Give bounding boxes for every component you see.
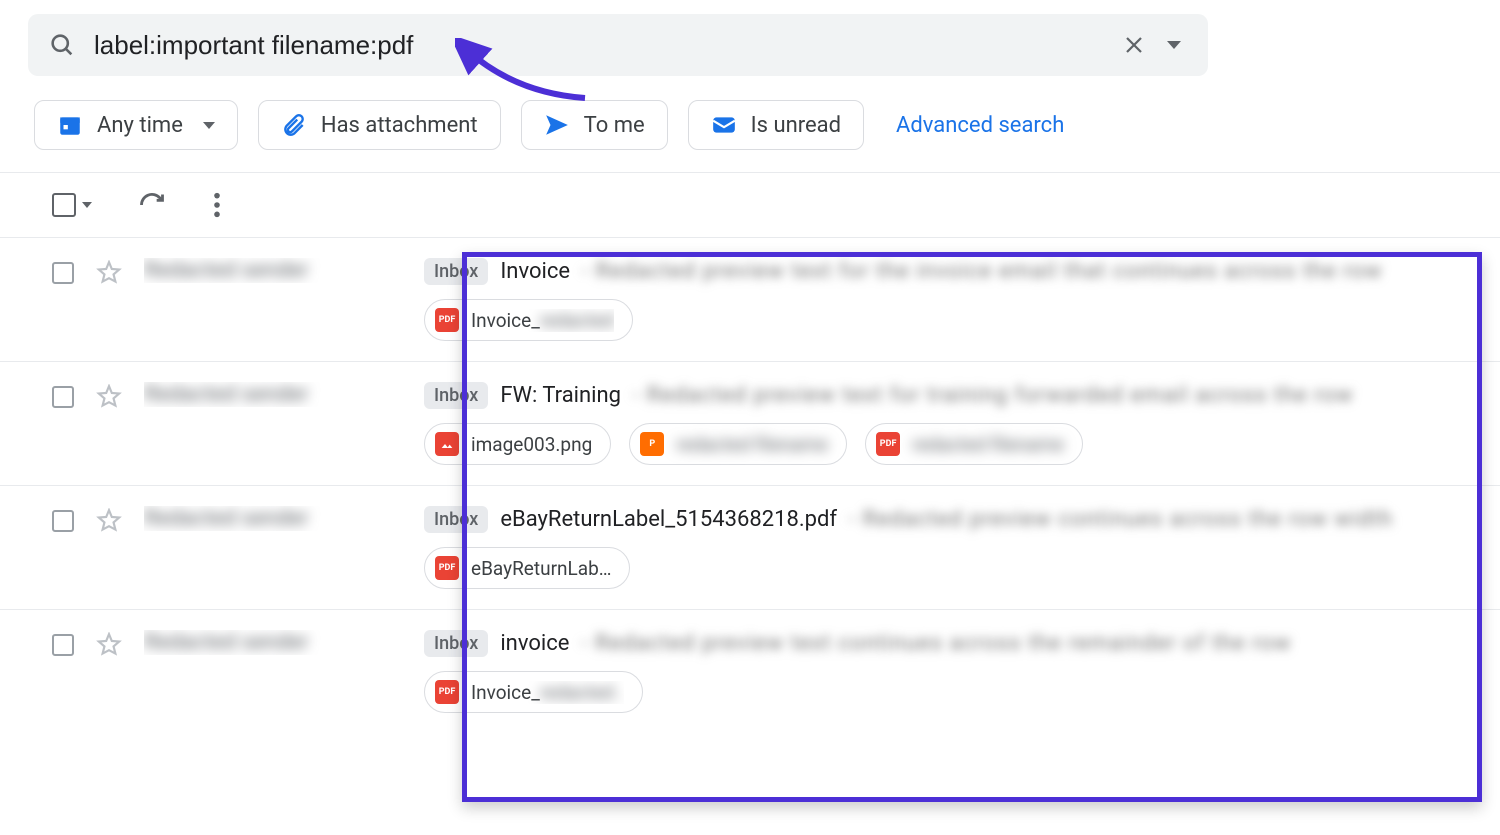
- attachment-name: eBayReturnLab…: [471, 557, 611, 580]
- attachment-chip[interactable]: image003.png: [424, 423, 611, 465]
- ppt-icon: P: [640, 432, 664, 456]
- chip-label: Any time: [97, 113, 183, 138]
- caret-down-icon: [82, 202, 92, 208]
- label-inbox[interactable]: Inbox: [424, 382, 488, 409]
- search-bar: [28, 14, 1208, 76]
- email-list: Redacted sender Inbox Invoice - Redacted…: [0, 237, 1500, 733]
- image-icon: [435, 432, 459, 456]
- star-button[interactable]: [96, 384, 122, 410]
- send-icon: [544, 112, 570, 138]
- snippet: - Redacted preview text for the invoice …: [582, 259, 1382, 284]
- attachment-chip[interactable]: PDF redacted filename: [865, 423, 1083, 465]
- label-inbox[interactable]: Inbox: [424, 630, 488, 657]
- select-all-button[interactable]: [52, 193, 92, 217]
- close-icon: [1122, 33, 1146, 57]
- search-icon: [48, 31, 76, 59]
- filter-is-unread[interactable]: Is unread: [688, 100, 864, 150]
- attachment-name: redacted filename: [912, 433, 1064, 456]
- snippet: - Redacted preview text continues across…: [581, 631, 1291, 656]
- caret-down-icon: [1167, 41, 1181, 49]
- sender: Redacted sender: [144, 258, 424, 283]
- row-checkbox[interactable]: [52, 262, 74, 284]
- email-row[interactable]: Redacted sender Inbox eBayReturnLabel_51…: [0, 485, 1500, 609]
- clear-search-button[interactable]: [1114, 25, 1154, 65]
- filter-to-me[interactable]: To me: [521, 100, 668, 150]
- snippet: - Redacted preview continues across the …: [849, 507, 1393, 532]
- filter-has-attachment[interactable]: Has attachment: [258, 100, 501, 150]
- more-button[interactable]: [212, 191, 222, 219]
- star-button[interactable]: [96, 260, 122, 286]
- subject: eBayReturnLabel_5154368218.pdf: [500, 507, 837, 532]
- chip-label: To me: [584, 113, 645, 138]
- search-options-button[interactable]: [1154, 25, 1194, 65]
- sender: Redacted sender: [144, 630, 424, 655]
- caret-down-icon: [203, 122, 215, 129]
- pdf-icon: PDF: [435, 680, 459, 704]
- subject: invoice: [500, 631, 569, 656]
- email-row[interactable]: Redacted sender Inbox Invoice - Redacted…: [0, 237, 1500, 361]
- attachment-icon: [281, 112, 307, 138]
- chip-label: Is unread: [751, 113, 841, 138]
- calendar-icon: [57, 112, 83, 138]
- filter-row: Any time Has attachment To me Is unread …: [0, 76, 1500, 173]
- row-checkbox[interactable]: [52, 510, 74, 532]
- pdf-icon: PDF: [435, 556, 459, 580]
- filter-any-time[interactable]: Any time: [34, 100, 238, 150]
- refresh-button[interactable]: [138, 191, 166, 219]
- star-button[interactable]: [96, 508, 122, 534]
- sender: Redacted sender: [144, 506, 424, 531]
- attachment-chip[interactable]: PDF Invoice_redacted: [424, 299, 633, 341]
- attachment-chip[interactable]: PDF eBayReturnLab…: [424, 547, 630, 589]
- checkbox-icon: [52, 193, 76, 217]
- sender: Redacted sender: [144, 382, 424, 407]
- advanced-search-link[interactable]: Advanced search: [896, 113, 1064, 138]
- attachment-chip[interactable]: P redacted filename: [629, 423, 847, 465]
- search-input[interactable]: [94, 30, 1114, 61]
- pdf-icon: PDF: [876, 432, 900, 456]
- email-row[interactable]: Redacted sender Inbox FW: Training - Red…: [0, 361, 1500, 485]
- snippet: - Redacted preview text for training for…: [633, 383, 1354, 408]
- row-checkbox[interactable]: [52, 386, 74, 408]
- attachment-chip[interactable]: PDF Invoice_redacted .: [424, 671, 643, 713]
- subject: FW: Training: [500, 383, 621, 408]
- toolbar: [0, 173, 1500, 237]
- attachment-name: Invoice_redacted: [471, 309, 614, 332]
- label-inbox[interactable]: Inbox: [424, 258, 488, 285]
- chip-label: Has attachment: [321, 113, 478, 138]
- attachment-name: Invoice_redacted .: [471, 681, 624, 704]
- label-inbox[interactable]: Inbox: [424, 506, 488, 533]
- attachment-name: image003.png: [471, 433, 592, 456]
- pdf-icon: PDF: [435, 308, 459, 332]
- row-checkbox[interactable]: [52, 634, 74, 656]
- subject: Invoice: [500, 259, 570, 284]
- star-button[interactable]: [96, 632, 122, 658]
- mail-icon: [711, 112, 737, 138]
- attachment-name: redacted filename: [676, 433, 828, 456]
- email-row[interactable]: Redacted sender Inbox invoice - Redacted…: [0, 609, 1500, 733]
